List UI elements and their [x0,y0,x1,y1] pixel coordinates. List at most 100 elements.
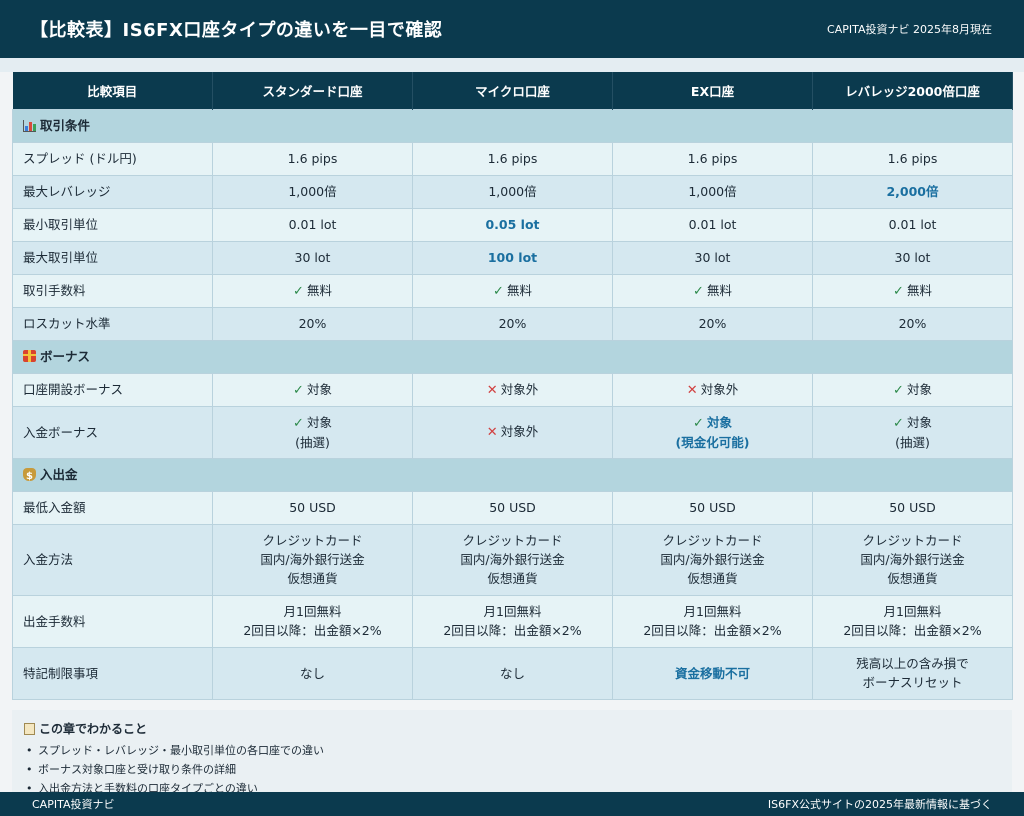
row-label: 最大取引単位 [12,240,213,275]
table-row: スプレッド (ドル円) 1.6 pips 1.6 pips 1.6 pips 1… [12,141,1013,176]
table-row: 最大取引単位 30 lot 100 lot 30 lot 30 lot [12,240,1013,275]
cell-text: 対象外 [500,424,539,439]
table-cell: ✓ 無料 [412,273,613,308]
cell-line: 月1回無料 [883,604,942,619]
cell-text: 対象 [906,381,932,397]
cell-text: 対象外 [700,381,739,397]
header-band [0,58,1024,72]
cell-line: 残高以上の含み損で [856,656,969,671]
row-label: 特記制限事項 [12,646,213,700]
table-cell: 月1回無料 2回目以降：出金額×2% [812,594,1013,648]
cell-line: 2回目以降：出金額×2% [643,623,782,638]
check-icon: ✓ [893,283,904,299]
table-cell: ✓ 対象 (抽選) [812,405,1013,459]
table-row: 入金ボーナス ✓ 対象 (抽選) ✕ 対象外 ✓ 対象 (現金化可能) ✓ 対象 (抽選) [12,405,1013,459]
table-cell: ✓ 無料 [612,273,813,308]
cell-line: ボーナスリセット [862,675,963,690]
cell-text: 対象外 [500,381,539,397]
table-cell: 月1回無料 2回目以降：出金額×2% [412,594,613,648]
table-cell: 1.6 pips [812,141,1013,176]
table-row: ロスカット水準 20% 20% 20% 20% [12,306,1013,341]
cell-line: 2回目以降：出金額×2% [843,623,982,638]
check-icon: ✓ [693,283,704,299]
cell-note: (抽選) [895,434,930,450]
check-icon: ✓ [693,415,704,431]
table-cell: 1,000倍 [412,174,613,209]
table-cell: 0.01 lot [612,207,813,242]
table-cell: 50 USD [412,490,613,525]
table-cell-highlight: 100 lot [412,240,613,275]
section-title-trading: 取引条件 [12,108,1013,143]
section-label: 入出金 [40,467,78,482]
table-cell: 30 lot [212,240,413,275]
table-cell: ✓ 対象 [812,372,1013,407]
cell-text: 無料 [706,282,732,298]
cell-line: クレジットカード [262,533,363,548]
page-footer: CAPITA投資ナビ IS6FX公式サイトの2025年最新情報に基づく [0,792,1024,816]
table-row: 最小取引単位 0.01 lot 0.05 lot 0.01 lot 0.01 l… [12,207,1013,242]
table-cell-highlight: 2,000倍 [812,174,1013,209]
table-cell: 0.01 lot [812,207,1013,242]
cell-text: 無料 [906,282,932,298]
list-item: ボーナス対象口座と受け取り条件の詳細 [24,760,1000,779]
check-icon: ✓ [893,415,904,431]
table-cell: 20% [812,306,1013,341]
cell-text: 対象 [306,381,332,397]
row-label: 最小取引単位 [12,207,213,242]
column-header-ex: EX口座 [612,72,813,109]
cell-text: 無料 [506,282,532,298]
row-label: ロスカット水準 [12,306,213,341]
check-icon: ✓ [293,415,304,431]
cell-line: 2回目以降：出金額×2% [243,623,382,638]
column-header-standard: スタンダード口座 [212,72,413,109]
check-icon: ✓ [493,283,504,299]
table-header-row: 比較項目 スタンダード口座 マイクロ口座 EX口座 レバレッジ2000倍口座 [12,72,1013,109]
table-cell-highlight: 0.05 lot [412,207,613,242]
page-header: 【比較表】IS6FX口座タイプの違いを一目で確認 CAPITA投資ナビ 2025… [0,0,1024,58]
chapter-summary-box: この章でわかること スプレッド・レバレッジ・最小取引単位の各口座での違い ボーナ… [12,710,1012,792]
footer-source: IS6FX公式サイトの2025年最新情報に基づく [767,798,992,811]
table-cell: クレジットカード 国内/海外銀行送金 仮想通貨 [412,523,613,596]
row-label: 口座開設ボーナス [12,372,213,407]
cell-note: (現金化可能) [675,434,750,450]
table-cell-highlight: ✓ 対象 (現金化可能) [612,405,813,459]
table-row: 最大レバレッジ 1,000倍 1,000倍 1,000倍 2,000倍 [12,174,1013,209]
table-row: 最低入金額 50 USD 50 USD 50 USD 50 USD [12,490,1013,525]
table-cell: 30 lot [612,240,813,275]
gift-icon [23,350,36,362]
comparison-table: 比較項目 スタンダード口座 マイクロ口座 EX口座 レバレッジ2000倍口座 取… [12,72,1013,700]
table-cell: ✕ 対象外 [612,372,813,407]
table-cell: 1.6 pips [412,141,613,176]
table-cell: 残高以上の含み損で ボーナスリセット [812,646,1013,700]
table-cell: 1,000倍 [212,174,413,209]
row-label: 入金方法 [12,523,213,596]
memo-icon [24,723,35,735]
cross-icon: ✕ [486,382,498,398]
section-title-funds: 入出金 [12,457,1013,492]
cell-note: (抽選) [295,434,330,450]
table-cell: 20% [412,306,613,341]
cell-line: 月1回無料 [483,604,542,619]
table-cell: 30 lot [812,240,1013,275]
cell-line: 仮想通貨 [687,571,738,586]
comparison-table-wrap: 比較項目 スタンダード口座 マイクロ口座 EX口座 レバレッジ2000倍口座 取… [12,72,1013,700]
cell-line: クレジットカード [462,533,563,548]
table-cell: 1.6 pips [212,141,413,176]
row-label: 最大レバレッジ [12,174,213,209]
cell-text: 対象 [306,414,332,430]
row-label: 取引手数料 [12,273,213,308]
table-cell: 月1回無料 2回目以降：出金額×2% [612,594,813,648]
column-header-micro: マイクロ口座 [412,72,613,109]
cell-line: クレジットカード [662,533,763,548]
cell-line: クレジットカード [862,533,963,548]
chapter-summary-list: スプレッド・レバレッジ・最小取引単位の各口座での違い ボーナス対象口座と受け取り… [24,741,1000,792]
table-cell: ✓ 対象 [212,372,413,407]
cell-line: 仮想通貨 [487,571,538,586]
table-cell: 50 USD [812,490,1013,525]
cell-line: 月1回無料 [683,604,742,619]
row-label: 出金手数料 [12,594,213,648]
check-icon: ✓ [293,382,304,398]
row-label: 最低入金額 [12,490,213,525]
list-item: スプレッド・レバレッジ・最小取引単位の各口座での違い [24,741,1000,760]
money-bag-icon [23,467,36,486]
